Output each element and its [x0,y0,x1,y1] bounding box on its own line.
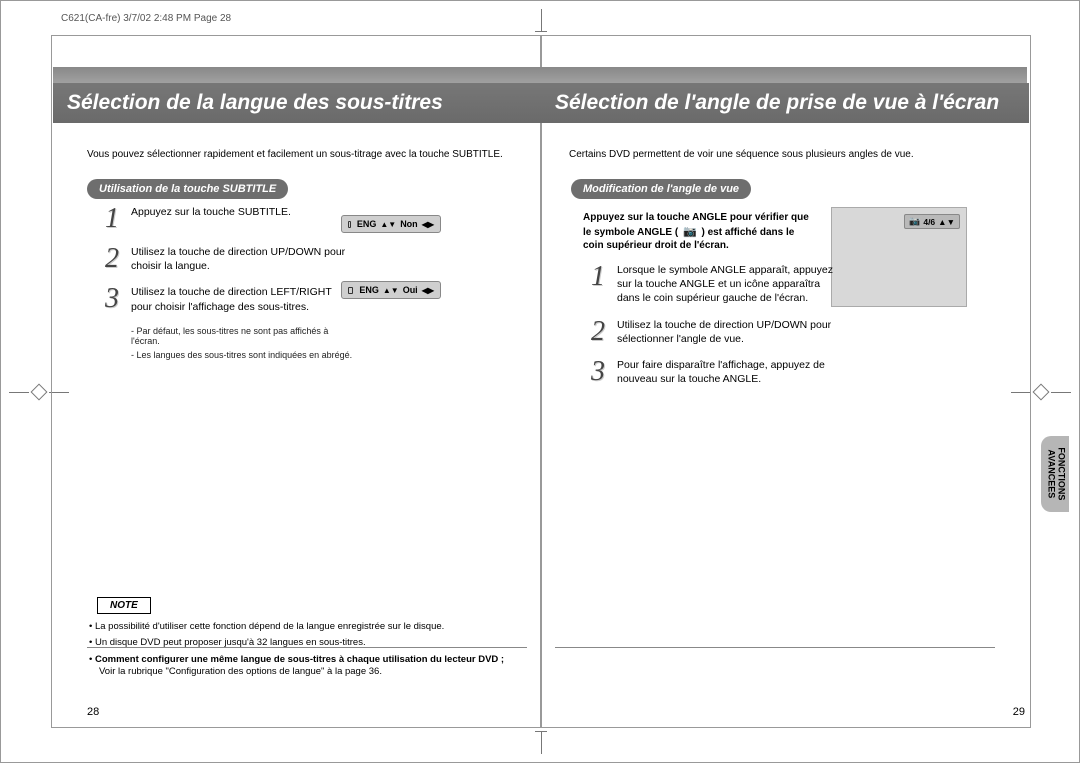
step-number: 2 [105,245,131,273]
tv-preview: 📷 4/6 ▲▼ [831,207,967,307]
page-number-left: 28 [87,706,99,718]
file-header-meta: C621(CA-fre) 3/7/02 2:48 PM Page 28 [61,13,231,24]
crop-mark [541,9,542,31]
arrow-updown-icon: ▲▼ [938,217,955,227]
step-1: 1 Appuyez sur la touche SUBTITLE. [105,205,355,233]
steps-left: 1 Appuyez sur la touche SUBTITLE. 2 Util… [105,205,355,360]
step-text: Lorsque le symbole ANGLE apparaît, appuy… [617,263,841,306]
osd-lang: ENG [359,285,379,295]
step-text: Pour faire disparaître l'affichage, appu… [617,358,841,386]
step-subnote: - Les langues des sous-titres sont indiq… [131,350,355,360]
footer-rule [555,647,995,648]
note-label: NOTE [97,597,151,614]
step-number: 2 [591,318,617,346]
arrow-updown-icon: ▲▼ [383,286,399,295]
osd-state: Oui [403,285,418,295]
step-3: 3 Utilisez la touche de direction LEFT/R… [105,285,355,313]
footer-rule [87,647,527,648]
title-bar-left: Sélection de la langue des sous-titres [53,83,541,123]
section-pill-right: Modification de l'angle de vue [571,179,751,199]
camera-icon: 📷 [683,226,697,238]
section-pill-left: Utilisation de la touche SUBTITLE [87,179,288,199]
crop-mark [541,732,542,754]
intro-left: Vous pouvez sélectionner rapidement et f… [87,149,527,160]
side-tab-label: FONCTIONS AVANCEES [1045,448,1065,501]
note-bold: Comment configurer une même langue de so… [95,654,504,665]
step-text: Utilisez la touche de direction UP/DOWN … [617,318,841,346]
step-subnote: - Par défaut, les sous-titres ne sont pa… [131,326,355,346]
page-outer: C621(CA-fre) 3/7/02 2:48 PM Page 28 Séle… [0,0,1080,763]
angle-instruction: Appuyez sur la touche ANGLE pour vérifie… [583,211,813,253]
page-number-right: 29 [1013,706,1025,718]
angle-count: 4/6 [923,217,935,227]
step-number: 1 [591,263,617,306]
osd-chip-2: ENG ▲▼ Oui ◀▶ [341,281,441,299]
step-number: 3 [105,285,131,313]
note-list: La possibilité d'utiliser cette fonction… [89,621,529,682]
crop-mark [535,731,547,732]
note-item: La possibilité d'utiliser cette fonction… [89,621,529,633]
angle-indicator-chip: 📷 4/6 ▲▼ [904,214,960,229]
osd-state: Non [400,219,418,229]
arrow-updown-icon: ▲▼ [380,220,396,229]
steps-right: 1 Lorsque le symbole ANGLE apparaît, app… [591,263,841,398]
note-item: Comment configurer une même langue de so… [89,654,529,679]
page-title-right: Sélection de l'angle de prise de vue à l… [555,91,999,115]
subtitle-icon [348,221,351,228]
side-tab-fonctions: FONCTIONS AVANCEES [1041,436,1069,512]
step-number: 1 [105,205,131,233]
arrow-leftright-icon: ◀▶ [422,220,434,229]
camera-icon: 📷 [909,216,920,227]
intro-right: Certains DVD permettent de voir une séqu… [569,149,1009,160]
step-number: 3 [591,358,617,386]
step-text: Utilisez la touche de direction UP/DOWN … [131,245,355,273]
arrow-leftright-icon: ◀▶ [422,286,434,295]
step-text: Appuyez sur la touche SUBTITLE. [131,205,291,233]
osd-chip-1: ENG ▲▼ Non ◀▶ [341,215,441,233]
step-2: 2 Utilisez la touche de direction UP/DOW… [105,245,355,273]
step-1: 1 Lorsque le symbole ANGLE apparaît, app… [591,263,841,306]
crop-mark [535,31,547,32]
subtitle-icon [348,287,353,294]
step-3: 3 Pour faire disparaître l'affichage, ap… [591,358,841,386]
title-bar-right: Sélection de l'angle de prise de vue à l… [541,83,1029,123]
page-title-left: Sélection de la langue des sous-titres [67,91,443,115]
step-2: 2 Utilisez la touche de direction UP/DOW… [591,318,841,346]
step-text: Utilisez la touche de direction LEFT/RIG… [131,285,355,313]
note-sub: Voir la rubrique "Configuration des opti… [99,666,382,677]
osd-lang: ENG [357,219,377,229]
